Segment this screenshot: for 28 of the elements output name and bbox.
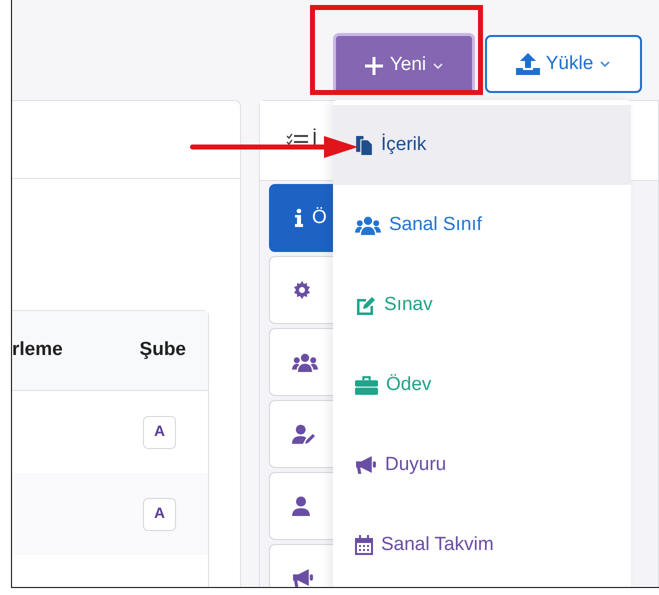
upload-icon [516, 53, 540, 75]
menu-item[interactable]: Sınav [333, 265, 631, 345]
briefcase-icon [355, 375, 378, 395]
section-badge: A [143, 498, 176, 530]
calendar-icon [355, 535, 373, 555]
menu-item[interactable]: Ödev [333, 345, 631, 425]
documents-icon [355, 135, 373, 155]
panel-title: İ [312, 128, 318, 152]
info-icon [292, 208, 306, 228]
users-icon [292, 352, 318, 372]
edit-icon [355, 295, 376, 315]
user-pen-icon [292, 424, 316, 444]
menu-item[interactable]: Sanal Takvim [333, 505, 631, 585]
menu-item[interactable]: İçerik [333, 105, 631, 185]
caret-icon [432, 62, 444, 70]
plus-icon [364, 56, 384, 76]
caret-icon [599, 60, 612, 68]
gear-icon [292, 280, 312, 300]
menu-item[interactable]: Sanal Sınıf [333, 185, 631, 265]
section-badge: A [143, 416, 176, 448]
megaphone-icon [355, 455, 377, 475]
users-icon [355, 215, 381, 235]
menu-item[interactable]: Duyuru [333, 425, 631, 505]
column-header: rleme [12, 338, 63, 362]
user-icon [292, 496, 310, 516]
upload-button[interactable]: Yükle [485, 35, 642, 93]
megaphone-icon [292, 568, 314, 587]
column-header: Şube [140, 338, 186, 362]
